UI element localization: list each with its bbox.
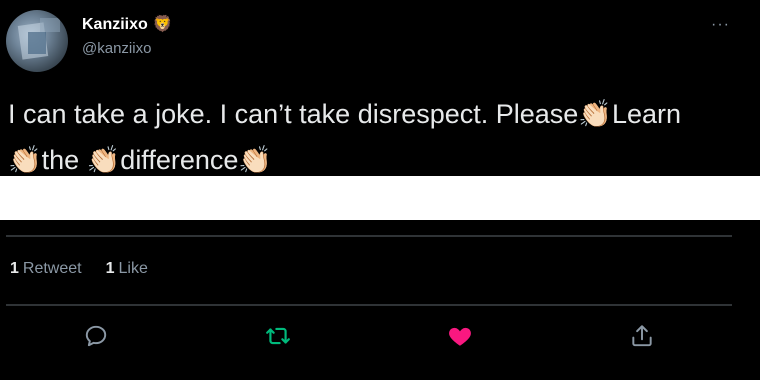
retweet-stat[interactable]: 1 Retweet xyxy=(10,260,82,278)
tweet-text-segment: Learn xyxy=(611,99,681,129)
reply-button[interactable] xyxy=(78,318,114,354)
clap-emoji: 👏🏻 xyxy=(578,99,612,129)
heart-icon xyxy=(449,327,471,346)
tweet-text-segment: I can take a joke. I can’t take disrespe… xyxy=(8,99,579,129)
like-stat[interactable]: 1 Like xyxy=(106,260,148,278)
clap-emoji: 👏🏻 xyxy=(86,145,121,175)
like-label: Like xyxy=(118,260,148,277)
like-button[interactable] xyxy=(442,318,478,354)
tweet-text-line-1: I can take a joke. I can’t take disrespe… xyxy=(8,91,748,137)
share-icon xyxy=(632,325,652,347)
divider xyxy=(6,235,732,237)
retweet-count: 1 xyxy=(10,260,19,277)
retweet-button[interactable] xyxy=(260,318,296,354)
clap-emoji: 👏🏻 xyxy=(8,145,42,175)
avatar[interactable] xyxy=(6,10,68,72)
white-band xyxy=(0,176,760,220)
tweet-card: Kanziixo 🦁 @kanziixo ··· I can take a jo… xyxy=(0,0,760,380)
tweet-text-segment: the xyxy=(41,145,87,175)
retweet-icon xyxy=(266,327,290,345)
divider xyxy=(6,304,732,306)
retweet-label: Retweet xyxy=(22,260,82,277)
like-count: 1 xyxy=(105,260,115,277)
reply-icon xyxy=(85,325,107,347)
user-info: Kanziixo 🦁 @kanziixo xyxy=(82,14,173,57)
display-name[interactable]: Kanziixo xyxy=(82,16,148,34)
user-handle[interactable]: @kanziixo xyxy=(82,40,173,57)
tweet-text: I can take a joke. I can’t take disrespe… xyxy=(8,91,748,183)
action-bar xyxy=(0,318,760,354)
tweet-text-segment: difference xyxy=(120,145,239,175)
lion-emoji: 🦁 xyxy=(152,16,173,33)
more-options-icon[interactable]: ··· xyxy=(711,17,730,33)
tweet-stats: 1 Retweet 1 Like xyxy=(10,260,148,278)
clap-emoji: 👏🏻 xyxy=(238,145,273,175)
share-button[interactable] xyxy=(624,318,660,354)
